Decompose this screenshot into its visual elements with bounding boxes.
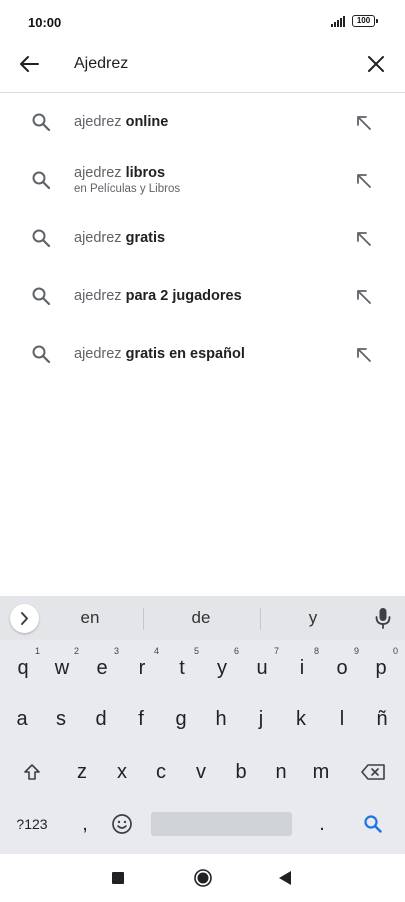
key-e[interactable]: e3 — [87, 646, 119, 688]
suggestion-text: ajedrez para 2 jugadores — [74, 288, 242, 304]
key-q[interactable]: q1 — [8, 646, 40, 688]
suggestion-divider — [143, 608, 144, 630]
key-h[interactable]: h — [206, 699, 236, 739]
microphone-icon[interactable] — [374, 606, 392, 630]
emoji-icon[interactable] — [107, 804, 137, 844]
symbols-key[interactable]: ?123 — [12, 804, 52, 844]
key-x[interactable]: x — [107, 752, 137, 792]
keyboard-suggestion-strip: en de y — [0, 596, 405, 640]
key-s[interactable]: s — [46, 699, 76, 739]
search-icon — [31, 228, 51, 248]
key-j[interactable]: j — [246, 699, 276, 739]
key-y[interactable]: y6 — [207, 646, 239, 688]
recents-icon[interactable] — [112, 872, 124, 884]
key-g[interactable]: g — [166, 699, 196, 739]
search-header — [0, 42, 405, 93]
fill-query-icon[interactable] — [355, 346, 373, 364]
suggestion-item[interactable]: ajedrez libros en Películas y Libros — [0, 151, 405, 209]
suggestion-item[interactable]: ajedrez gratis en español — [0, 325, 405, 383]
key-m[interactable]: m — [306, 752, 336, 792]
search-input[interactable] — [74, 50, 344, 78]
suggestion-text: ajedrez libros en Películas y Libros — [74, 165, 181, 195]
navigation-bar — [0, 854, 405, 902]
key-l[interactable]: l — [327, 699, 357, 739]
period-key[interactable]: . — [307, 804, 337, 844]
key-n-tilde[interactable]: ñ — [367, 699, 397, 739]
key-a[interactable]: a — [7, 699, 37, 739]
fill-query-icon[interactable] — [355, 288, 373, 306]
key-w[interactable]: w2 — [47, 646, 79, 688]
suggestion-divider — [260, 608, 261, 630]
shift-icon[interactable] — [17, 752, 47, 792]
key-z[interactable]: z — [67, 752, 97, 792]
spacebar[interactable] — [151, 812, 292, 836]
key-p[interactable]: p0 — [366, 646, 398, 688]
suggestion-subtitle: en Películas y Libros — [74, 183, 181, 195]
battery-icon: 100 — [352, 15, 378, 27]
key-f[interactable]: f — [126, 699, 156, 739]
suggestion-item[interactable]: ajedrez para 2 jugadores — [0, 267, 405, 325]
key-k[interactable]: k — [286, 699, 316, 739]
clear-icon[interactable] — [364, 52, 388, 76]
key-n[interactable]: n — [266, 752, 296, 792]
expand-icon[interactable] — [10, 604, 39, 633]
key-b[interactable]: b — [226, 752, 256, 792]
on-screen-keyboard: en de y q1 w2 e3 r4 t5 y6 u7 i8 o9 p0 a … — [0, 596, 405, 854]
fill-query-icon[interactable] — [355, 172, 373, 190]
key-c[interactable]: c — [146, 752, 176, 792]
back-icon[interactable] — [278, 870, 292, 886]
backspace-icon[interactable] — [357, 752, 389, 792]
key-r[interactable]: r4 — [127, 646, 159, 688]
fill-query-icon[interactable] — [355, 114, 373, 132]
suggestion-item[interactable]: ajedrez online — [0, 93, 405, 151]
key-u[interactable]: u7 — [247, 646, 279, 688]
word-suggestion[interactable]: de — [171, 608, 231, 628]
word-suggestion[interactable]: y — [283, 608, 343, 628]
search-icon — [31, 170, 51, 190]
search-icon — [31, 286, 51, 306]
search-icon — [31, 344, 51, 364]
search-icon — [31, 112, 51, 132]
suggestion-text: ajedrez gratis en español — [74, 346, 245, 362]
comma-key[interactable]: , — [70, 804, 100, 844]
key-i[interactable]: i8 — [287, 646, 319, 688]
key-v[interactable]: v — [186, 752, 216, 792]
word-suggestion[interactable]: en — [60, 608, 120, 628]
signal-icon — [331, 16, 347, 27]
fill-query-icon[interactable] — [355, 230, 373, 248]
key-d[interactable]: d — [86, 699, 116, 739]
suggestion-text: ajedrez online — [74, 114, 169, 130]
status-bar: 10:00 100 — [0, 0, 405, 42]
key-t[interactable]: t5 — [167, 646, 199, 688]
key-o[interactable]: o9 — [327, 646, 359, 688]
home-icon[interactable] — [193, 868, 213, 888]
suggestion-item[interactable]: ajedrez gratis — [0, 209, 405, 267]
back-arrow-icon[interactable] — [16, 52, 44, 76]
status-time: 10:00 — [28, 15, 62, 30]
suggestion-text: ajedrez gratis — [74, 230, 166, 246]
search-key-icon[interactable] — [358, 804, 388, 844]
